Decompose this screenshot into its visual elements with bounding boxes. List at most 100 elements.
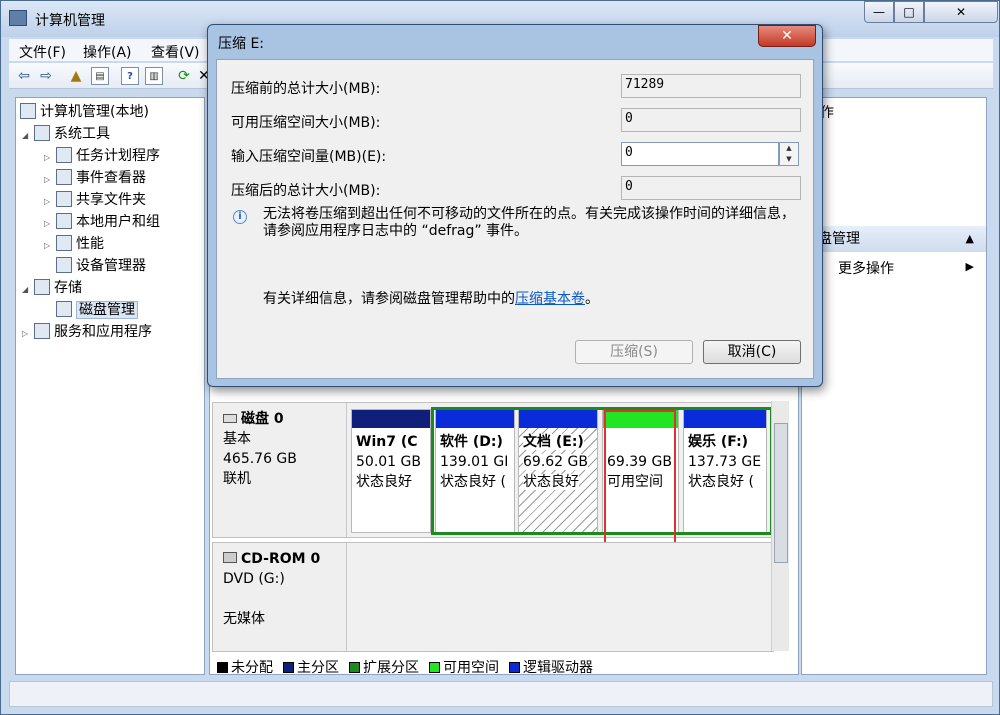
tree-item-services-applications[interactable]: ▷ 服务和应用程序 <box>22 322 152 342</box>
legend-swatch <box>429 662 440 673</box>
back-icon[interactable]: ⇦ <box>15 67 33 85</box>
shrink-amount-spinner[interactable]: ▲ ▼ <box>779 142 799 166</box>
scroll-thumb[interactable] <box>774 423 788 563</box>
cdrom-drive: DVD (G:) <box>223 571 285 587</box>
device-manager-icon <box>56 257 72 273</box>
window-title: 计算机管理 <box>35 13 105 29</box>
computer-management-icon <box>9 10 27 26</box>
hard-disk-icon <box>223 414 237 423</box>
field-size-before: 71289 <box>621 74 801 98</box>
tree-item-storage[interactable]: ◢ 存储 <box>22 278 82 298</box>
help-line: 有关详细信息，请参阅磁盘管理帮助中的压缩基本卷。 <box>263 291 599 307</box>
expand-arrow-icon[interactable]: ▷ <box>44 192 54 212</box>
legend-extended: 扩展分区 <box>349 657 419 677</box>
tree-item-performance[interactable]: ▷ 性能 <box>44 234 104 254</box>
vertical-scrollbar[interactable] <box>771 401 789 651</box>
services-icon <box>34 323 50 339</box>
actions-group-disk-management[interactable]: 盘管理 ▲ <box>802 226 986 252</box>
expand-arrow-icon[interactable]: ▷ <box>44 236 54 256</box>
collapse-arrow-icon[interactable]: ◢ <box>22 126 32 146</box>
disk-0-status: 联机 <box>223 471 251 487</box>
help-icon[interactable]: ? <box>121 67 139 85</box>
legend-swatch <box>283 662 294 673</box>
minimize-button[interactable]: — <box>864 1 894 23</box>
tree-item-local-users[interactable]: ▷ 本地用户和组 <box>44 212 160 232</box>
tree-item-disk-management[interactable]: 磁盘管理 <box>56 300 138 320</box>
legend-free: 可用空间 <box>429 657 499 677</box>
menu-view[interactable]: 查看(V) <box>151 42 200 62</box>
legend-swatch <box>509 662 520 673</box>
cdrom-panel: CD-ROM 0 DVD (G:) 无媒体 <box>212 542 774 652</box>
expand-arrow-icon[interactable]: ▷ <box>22 324 32 344</box>
expand-arrow-icon[interactable]: ▷ <box>44 214 54 234</box>
field-size-after: 0 <box>621 176 801 200</box>
tree-item-device-manager[interactable]: 设备管理器 <box>56 256 146 276</box>
info-message: 无法将卷压缩到超出任何不可移动的文件所在的点。有关完成该操作时间的详细信息，请参… <box>263 206 795 239</box>
dialog-body: 压缩前的总计大小(MB): 71289 可用压缩空间大小(MB): 0 输入压缩… <box>216 59 814 379</box>
expand-arrow-icon[interactable]: ▷ <box>44 170 54 190</box>
extended-partition-border <box>431 407 773 535</box>
dialog-close-button[interactable]: ✕ <box>758 25 816 47</box>
users-icon <box>56 213 72 229</box>
legend: 未分配 主分区 扩展分区 可用空间 逻辑驱动器 <box>211 655 797 677</box>
legend-swatch <box>349 662 360 673</box>
status-bar <box>9 681 993 707</box>
disk-0-panel: 磁盘 0 基本 465.76 GB 联机 Win7 (C 50.01 GB 状态良好… <box>212 402 774 538</box>
event-viewer-icon <box>56 169 72 185</box>
navigation-tree: 计算机管理(本地) ◢ 系统工具 ▷ 任务计划程序 ▷ 事件查看器 ▷ 共享文件夹 ▷ 本… <box>15 97 205 675</box>
shared-folder-icon <box>56 191 72 207</box>
up-folder-icon[interactable]: ▲ <box>67 67 85 85</box>
legend-swatch <box>217 662 228 673</box>
cdrom-media: 无媒体 <box>223 611 265 627</box>
disk-0-type: 基本 <box>223 431 251 447</box>
show-hide-action-pane-icon[interactable]: ▥ <box>145 67 163 85</box>
maximize-button[interactable]: □ <box>894 1 924 23</box>
menu-file[interactable]: 文件(F) <box>19 42 66 62</box>
cancel-button[interactable]: 取消(C) <box>703 340 801 364</box>
close-button[interactable]: ✕ <box>924 1 998 23</box>
computer-icon <box>20 103 36 119</box>
tree-item-computer-management[interactable]: 计算机管理(本地) <box>20 102 149 122</box>
disk-management-icon <box>56 301 72 317</box>
collapse-triangle-icon[interactable]: ▲ <box>966 226 974 252</box>
help-link[interactable]: 压缩基本卷 <box>515 291 585 307</box>
info-icon: i <box>233 210 247 224</box>
disk-0-info[interactable]: 磁盘 0 基本 465.76 GB 联机 <box>213 403 347 537</box>
shrink-dialog: 压缩 E: ✕ 压缩前的总计大小(MB): 71289 可用压缩空间大小(MB)… <box>207 24 823 387</box>
shrink-button[interactable]: 压缩(S) <box>575 340 693 364</box>
cdrom-info[interactable]: CD-ROM 0 DVD (G:) 无媒体 <box>213 543 347 651</box>
performance-icon <box>56 235 72 251</box>
legend-primary: 主分区 <box>283 657 339 677</box>
tools-icon <box>34 125 50 141</box>
menu-action[interactable]: 操作(A) <box>83 42 132 62</box>
dialog-title: 压缩 E: <box>218 36 265 52</box>
label-size-before: 压缩前的总计大小(MB): <box>231 81 381 97</box>
label-shrink-amount: 输入压缩空间量(MB)(E): <box>231 149 387 165</box>
refresh-icon[interactable]: ⟳ <box>175 67 193 85</box>
submenu-arrow-icon: ▶ <box>965 260 974 273</box>
label-available-shrink: 可用压缩空间大小(MB): <box>231 115 381 131</box>
tree-item-task-scheduler[interactable]: ▷ 任务计划程序 <box>44 146 160 166</box>
partition-c[interactable]: Win7 (C 50.01 GB 状态良好 <box>351 409 431 533</box>
actions-header: 作 <box>820 105 834 121</box>
shrink-amount-input[interactable]: 0 <box>621 142 779 166</box>
forward-icon[interactable]: ⇨ <box>37 67 55 85</box>
cdrom-icon <box>223 552 237 563</box>
clock-icon <box>56 147 72 163</box>
disk-0-size: 465.76 GB <box>223 451 297 467</box>
highlight-box <box>604 410 676 550</box>
legend-logical: 逻辑驱动器 <box>509 657 593 677</box>
legend-unallocated: 未分配 <box>217 657 273 677</box>
expand-arrow-icon[interactable]: ▷ <box>44 148 54 168</box>
field-available-shrink: 0 <box>621 108 801 132</box>
tree-item-event-viewer[interactable]: ▷ 事件查看器 <box>44 168 146 188</box>
collapse-arrow-icon[interactable]: ◢ <box>22 280 32 300</box>
tree-item-system-tools[interactable]: ◢ 系统工具 <box>22 124 110 144</box>
actions-pane: 作 盘管理 ▲ 更多操作 ▶ <box>801 97 987 675</box>
more-actions[interactable]: 更多操作 <box>838 258 894 278</box>
disk-0-name: 磁盘 0 <box>241 411 284 427</box>
show-hide-tree-icon[interactable]: ▤ <box>91 67 109 85</box>
label-size-after: 压缩后的总计大小(MB): <box>231 183 381 199</box>
tree-item-shared-folders[interactable]: ▷ 共享文件夹 <box>44 190 146 210</box>
partition-band <box>352 410 430 428</box>
